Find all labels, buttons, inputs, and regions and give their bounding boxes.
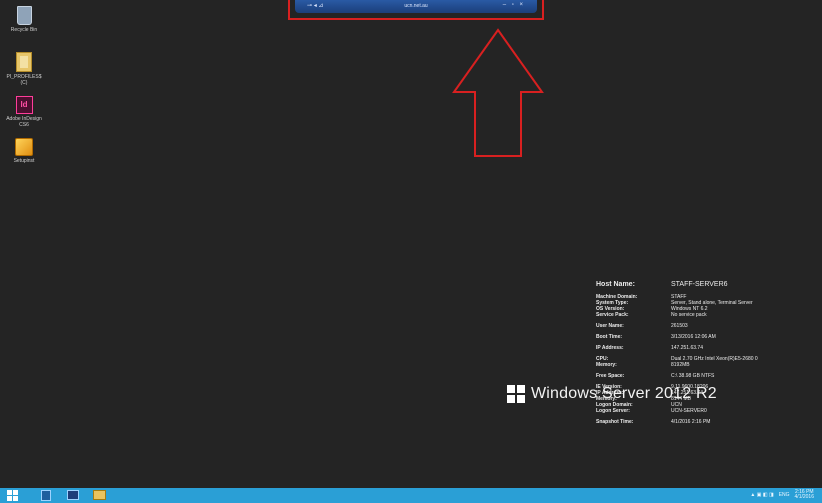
system-tray: ▲ ▣ ◧ ◨ ENG 2:16 PM 4/1/2016	[750, 490, 814, 500]
logon-server-label: Logon Server:	[596, 408, 630, 414]
user-name-value: 261503	[671, 323, 688, 329]
windows-branding-text: Windows Server 2012 R2	[531, 385, 717, 402]
clock-date: 4/1/2016	[794, 494, 814, 500]
indesign-icon: Id	[15, 96, 33, 114]
start-icon[interactable]	[7, 490, 19, 501]
desktop-icon-indesign[interactable]: Id Adobe InDesign CS6	[6, 96, 42, 128]
setup-icon	[15, 138, 33, 156]
desktop-icon-profiles[interactable]: PI_PROFILES$ (C)	[6, 52, 42, 86]
service-pack-label: Service Pack:	[596, 312, 629, 318]
snapshot-time-label: Snapshot Time:	[596, 419, 634, 425]
boot-time-value: 3/13/2016 12:06 AM	[671, 334, 716, 340]
desktop-icon-setup[interactable]: Setupinst	[6, 138, 42, 164]
desktop-icon-label: Recycle Bin	[10, 27, 38, 33]
connection-bar-highlight: ⊸ ◂ ⊿ ucn.net.au – ▫ ×	[288, 0, 544, 20]
taskbar: ▲ ▣ ◧ ◨ ENG 2:16 PM 4/1/2016	[0, 488, 822, 503]
file-explorer-icon[interactable]	[93, 490, 106, 500]
tray-icons[interactable]: ▲ ▣ ◧ ◨	[750, 492, 773, 498]
free-space-value: C:\ 38.98 GB NTFS	[671, 373, 715, 379]
language-indicator[interactable]: ENG	[779, 492, 790, 498]
memory-label: Memory:	[596, 362, 617, 368]
server-manager-icon[interactable]	[41, 490, 51, 501]
bginfo-panel: Host Name: STAFF-SERVER6 Machine Domain: S…	[596, 280, 820, 425]
desktop-icon-label: PI_PROFILES$ (C)	[6, 74, 42, 86]
snapshot-time-value: 4/1/2016 2:16 PM	[671, 419, 711, 425]
ip-address-value: 147.251.63.74	[671, 345, 703, 351]
host-name-label: Host Name:	[596, 281, 635, 288]
boot-time-label: Boot Time:	[596, 334, 623, 340]
up-arrow-annotation	[452, 28, 544, 157]
windows-branding: Windows Server 2012 R2	[507, 385, 717, 403]
connection-bar[interactable]: ⊸ ◂ ⊿ ucn.net.au – ▫ ×	[295, 0, 537, 13]
connection-bar-title: ucn.net.au	[404, 3, 428, 9]
desktop-icon-label: Adobe InDesign CS6	[6, 116, 42, 128]
user-name-label: User Name:	[596, 323, 624, 329]
host-name-value: STAFF-SERVER6	[671, 281, 728, 288]
windows-logo-icon	[507, 385, 525, 403]
clock[interactable]: 2:16 PM 4/1/2016	[795, 490, 814, 500]
desktop-icon-label: Setupinst	[13, 158, 35, 164]
logon-server-value: UCN-SERVER0	[671, 408, 707, 414]
window-controls[interactable]: – ▫ ×	[503, 2, 525, 8]
recycle-bin-icon	[16, 6, 32, 25]
service-pack-value: No service pack	[671, 312, 707, 318]
powershell-icon[interactable]	[67, 490, 79, 500]
free-space-label: Free Space:	[596, 373, 625, 379]
desktop-icon-recycle-bin[interactable]: Recycle Bin	[6, 6, 42, 33]
memory-value: 8192MB	[671, 362, 690, 368]
ip-address-label: IP Address:	[596, 345, 624, 351]
pin-icon[interactable]: ⊸ ◂ ⊿	[307, 2, 323, 9]
folder-icon	[16, 52, 32, 72]
